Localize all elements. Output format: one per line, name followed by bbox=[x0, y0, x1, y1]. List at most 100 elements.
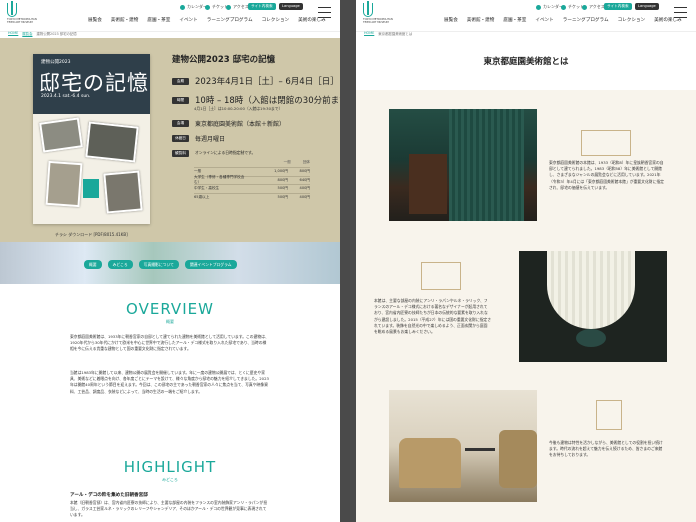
hours-row: 時間 10時 – 18時（入館は閉館の30分前まで） bbox=[172, 95, 340, 106]
interior-photo-lamp bbox=[519, 251, 667, 362]
breadcrumb-current: 建物公開2023 邸宅の記憶 bbox=[36, 32, 77, 36]
piano bbox=[409, 154, 447, 214]
logo-text: TOKYO METROPOLITAN TEIEN ART MUSEUM bbox=[7, 18, 37, 24]
interior-photo-piano bbox=[389, 109, 537, 221]
nav-museum[interactable]: 美術館・建物 bbox=[111, 17, 139, 23]
flyer-download-link[interactable]: チラシ ダウンロード [PDF/8015.41KB] bbox=[55, 232, 128, 238]
poster-year: 建物公開2023 bbox=[41, 60, 71, 65]
floorplan-sketch-icon bbox=[421, 262, 461, 290]
highlight-item-text: 本館（旧朝香宮邸）は、宮内省内匠寮の技師により、主要な部屋の内装をフランスの室内… bbox=[70, 500, 268, 518]
util-access-label: アクセス bbox=[233, 4, 249, 9]
hours-note: 4月1日［土］は10:00-20:00（入館は19:30まで） bbox=[194, 106, 283, 111]
curtain bbox=[449, 109, 524, 221]
tag-photo[interactable]: 写真撮影について bbox=[138, 260, 179, 269]
price-general: 1,000円 bbox=[274, 169, 288, 174]
logo-mark-icon bbox=[7, 1, 17, 17]
global-nav: 展覧会 美術館・建物 庭園・茶室 イベント ラーニングプログラム コレクション … bbox=[444, 17, 691, 23]
highlight-subheading: みどころ bbox=[162, 477, 178, 482]
breadcrumb-home[interactable]: HOME bbox=[8, 31, 18, 36]
util-calendar-label: カレンダー bbox=[187, 4, 207, 9]
site-search-button[interactable]: サイト内検索 bbox=[604, 3, 632, 10]
nav-learning[interactable]: ラーニングプログラム bbox=[207, 17, 253, 23]
nav-exhibitions[interactable]: 展覧会 bbox=[444, 17, 458, 23]
armchair bbox=[399, 438, 461, 488]
calendar-icon bbox=[536, 4, 541, 10]
armchair bbox=[499, 430, 537, 488]
logo-mark-icon bbox=[363, 1, 373, 17]
language-button[interactable]: Language bbox=[635, 3, 659, 10]
fee-label: 観覧料 bbox=[172, 149, 189, 157]
venue-label: 会場 bbox=[172, 119, 189, 127]
poster-title: 邸宅の記憶 bbox=[39, 71, 149, 95]
util-calendar[interactable]: カレンダー bbox=[536, 4, 563, 10]
price-group: 400円 bbox=[299, 186, 310, 191]
price-group: 640円 bbox=[299, 177, 310, 182]
logo-text: TOKYO METROPOLITAN TEIEN ART MUSEUM bbox=[363, 18, 393, 24]
overview-paragraph: 当館は1983年に開館して以来、建物公開の展覧会を開催しています。年に一度の建物… bbox=[70, 370, 269, 394]
nav-exhibitions[interactable]: 展覧会 bbox=[88, 17, 102, 23]
overview-heading: OVERVIEW bbox=[126, 300, 214, 318]
closed-label: 休館日 bbox=[172, 134, 189, 142]
about-paragraph: 今後も建物は特性を活かしながら、美術館としての役割を担い続けます。時代の流れを超… bbox=[549, 440, 663, 458]
site-header: TOKYO METROPOLITAN TEIEN ART MUSEUM カレンダ… bbox=[0, 0, 340, 32]
nav-museum[interactable]: 美術館・建物 bbox=[467, 17, 495, 23]
util-calendar[interactable]: カレンダー bbox=[180, 4, 207, 10]
table bbox=[465, 448, 495, 451]
poster-photo bbox=[85, 121, 139, 163]
access-icon bbox=[226, 4, 231, 10]
period-label: 会期 bbox=[172, 77, 189, 85]
lamp-base bbox=[576, 329, 606, 347]
exhibition-title: 建物公開2023 邸宅の記憶 bbox=[172, 55, 276, 65]
util-access[interactable]: アクセス bbox=[226, 4, 249, 10]
global-nav: 展覧会 美術館・建物 庭園・茶室 イベント ラーニングプログラム コレクション … bbox=[88, 17, 335, 23]
nav-garden[interactable]: 庭園・茶室 bbox=[147, 17, 170, 23]
nav-collection[interactable]: コレクション bbox=[262, 17, 290, 23]
museum-logo[interactable]: TOKYO METROPOLITAN TEIEN ART MUSEUM bbox=[7, 1, 43, 27]
poster-photo bbox=[39, 117, 83, 153]
period-row: 会期 2023年4月1日［土］– 6月4日［日］ bbox=[172, 76, 339, 87]
tag-overview[interactable]: 概要 bbox=[84, 260, 102, 269]
site-search-button[interactable]: サイト内検索 bbox=[248, 3, 276, 10]
building-sketch-icon bbox=[581, 130, 631, 156]
poster-photo bbox=[103, 170, 143, 214]
page-title: 東京都庭園美術館とは bbox=[483, 57, 569, 67]
highlight-heading: HIGHLIGHT bbox=[123, 458, 217, 476]
breadcrumb: HOME 東京都庭園美術館とは bbox=[364, 31, 412, 36]
nav-garden[interactable]: 庭園・茶室 bbox=[503, 17, 526, 23]
museum-logo[interactable]: TOKYO METROPOLITAN TEIEN ART MUSEUM bbox=[363, 1, 399, 27]
overview-subheading: 概要 bbox=[166, 319, 174, 324]
nav-events[interactable]: イベント bbox=[179, 17, 197, 23]
highlight-item-title: アール・デコの粋を集めた旧朝香宮邸 bbox=[70, 493, 148, 498]
table-row: 中学生・高校生 500円 400円 bbox=[194, 184, 310, 193]
util-ticket[interactable]: チケット bbox=[561, 4, 584, 10]
price-general: 500円 bbox=[277, 186, 288, 191]
breadcrumb-current: 東京都庭園美術館とは bbox=[378, 32, 413, 36]
price-category: 一般 bbox=[194, 169, 202, 174]
util-access[interactable]: アクセス bbox=[582, 4, 605, 10]
exhibition-hero: 建物公開2023 邸宅の記憶 2023.4.1 sat.-6.4 sun. チラ… bbox=[0, 38, 340, 242]
screenshot-root: TOKYO METROPOLITAN TEIEN ART MUSEUM カレンダ… bbox=[0, 0, 696, 522]
breadcrumb-exhibitions[interactable]: 展覧会 bbox=[22, 31, 32, 36]
util-ticket[interactable]: チケット bbox=[205, 4, 228, 10]
overview-paragraph: 東京都庭園美術館は、1933年に朝香宮家の自邸として建てられた建物を美術館として… bbox=[70, 334, 269, 352]
nav-learning[interactable]: ラーニングプログラム bbox=[563, 17, 609, 23]
exhibition-poster[interactable]: 建物公開2023 邸宅の記憶 2023.4.1 sat.-6.4 sun. bbox=[33, 54, 150, 224]
breadcrumb-home[interactable]: HOME bbox=[364, 31, 374, 36]
about-paragraph: 本館は、主要な部屋の内装にアンリ・ラパンやルネ・ラリック、フランスのアール・デコ… bbox=[374, 298, 492, 335]
nav-events[interactable]: イベント bbox=[535, 17, 553, 23]
venue-value: 東京都庭園美術館（本館＋新館） bbox=[195, 120, 286, 128]
util-access-label: アクセス bbox=[589, 4, 605, 9]
nav-collection[interactable]: コレクション bbox=[618, 17, 646, 23]
hours-value: 10時 – 18時（入館は閉館の30分前まで） bbox=[195, 96, 340, 106]
tag-events[interactable]: 関連イベントプログラム bbox=[184, 260, 237, 269]
ticket-icon bbox=[561, 4, 566, 10]
price-table-head: 一般 団体 bbox=[194, 160, 310, 165]
tag-highlight[interactable]: みどころ bbox=[107, 260, 133, 269]
hamburger-menu-icon[interactable] bbox=[674, 7, 687, 19]
language-button[interactable]: Language bbox=[279, 3, 303, 10]
hamburger-menu-icon[interactable] bbox=[318, 7, 331, 19]
anchor-tags: 概要 みどころ 写真撮影について 関連イベントプログラム bbox=[84, 260, 237, 269]
closed-value: 毎週月曜日 bbox=[195, 135, 226, 143]
price-group: 400円 bbox=[299, 194, 310, 199]
table-row: 65歳以上 500円 400円 bbox=[194, 192, 310, 202]
